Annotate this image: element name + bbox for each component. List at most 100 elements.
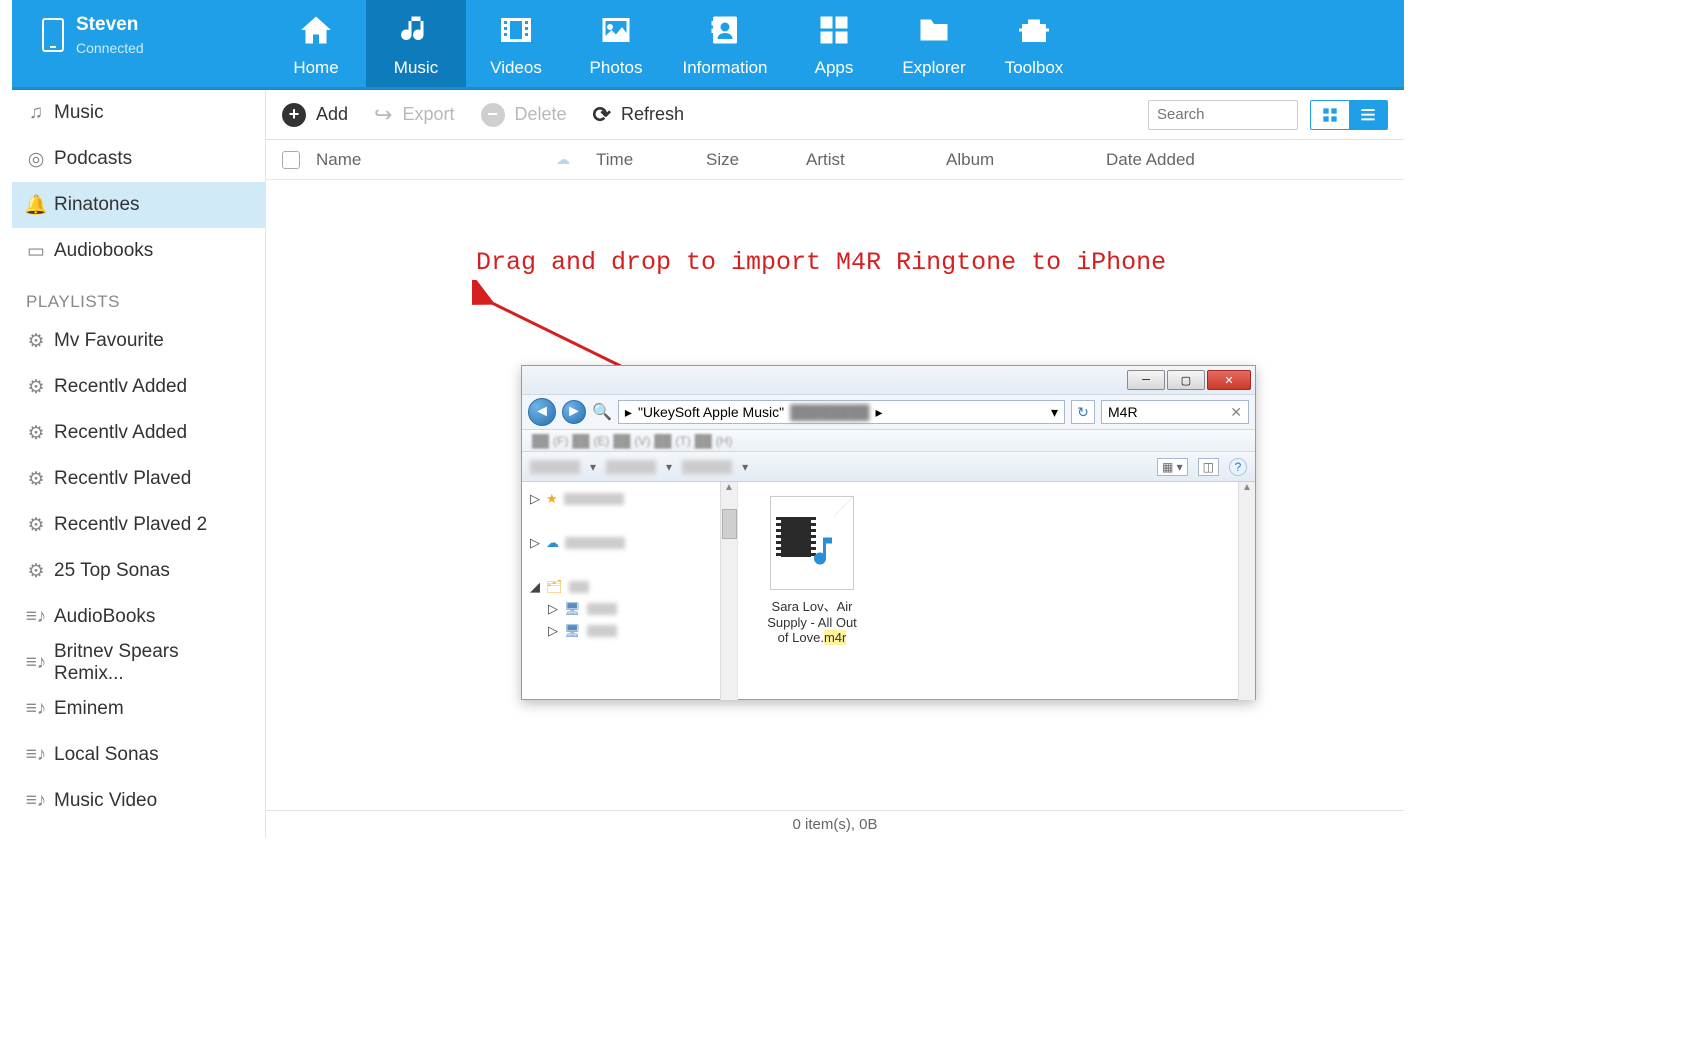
explorer-menu: ██(F) ██(E) ██(V) ██(T) ██(H) [522,430,1255,452]
path-field[interactable]: ▸ "UkeySoft Apple Music" ████████ ▸ ▾ [618,400,1065,424]
view-options-icon[interactable]: ▦ ▾ [1157,458,1188,476]
nav-information[interactable]: Information [666,0,784,87]
playlists-header: PLAYLISTS [12,274,265,318]
playlist-icon: ≡♪ [26,607,46,627]
add-button[interactable]: +Add [282,103,348,127]
help-icon[interactable]: ? [1229,458,1247,476]
bell-icon: 🔔 [26,195,46,215]
cloud-icon: ☁ [546,535,559,551]
refresh-button[interactable]: ↻ [1071,400,1095,424]
playlist-item[interactable]: ⚙Mv Favourite [12,318,265,364]
nav-apps[interactable]: Apps [784,0,884,87]
export-button[interactable]: ↪Export [374,102,454,128]
preview-pane-icon[interactable]: ◫ [1198,458,1219,476]
playlist-icon: ≡♪ [26,745,46,765]
item-count: 0 item(s), 0B [792,816,877,833]
column-album[interactable]: Album [946,150,1106,170]
video-icon [493,10,539,50]
playlist-item[interactable]: ≡♪Local Sonas [12,732,265,778]
organize-button[interactable] [530,460,580,474]
libraries-icon: 🗂 [546,579,563,595]
maximize-button[interactable]: ▢ [1167,370,1205,390]
nav-explorer[interactable]: Explorer [884,0,984,87]
sidebar-ringtones[interactable]: 🔔Rinatones [12,182,265,228]
gear-icon: ⚙ [26,561,46,581]
top-nav: Home Music Videos Photos Information App… [266,0,1084,87]
music-note-icon: ♫ [26,103,46,123]
tree-scrollbar[interactable]: ▲ [720,482,737,700]
column-name[interactable]: Name [316,150,556,170]
grid-view-button[interactable] [1311,101,1349,129]
clear-icon[interactable]: ✕ [1230,404,1242,421]
computer-icon: 🖥 [564,601,581,617]
device-name: Steven [76,14,144,36]
column-artist[interactable]: Artist [806,150,946,170]
forward-button[interactable]: ► [562,400,586,424]
search-icon: 🔍 [592,402,612,422]
app-window: Steven Connected Home Music Videos Photo… [12,0,1404,838]
music-icon [393,10,439,50]
apps-icon [811,10,857,50]
explorer-titlebar[interactable]: ─ ▢ ✕ [522,366,1255,394]
back-button[interactable]: ◄ [528,398,556,426]
refresh-button[interactable]: ⟳Refresh [593,102,684,128]
search-input[interactable]: 🔍 [1148,100,1298,130]
column-time[interactable]: Time [596,150,706,170]
file-item[interactable]: Sara Lov、Air Supply - All Out of Love.m4… [752,496,872,645]
playlist-item[interactable]: ⚙Recentlv Plaved [12,456,265,502]
playlist-item[interactable]: ⚙25 Top Sonas [12,548,265,594]
gear-icon: ⚙ [26,515,46,535]
playlist-item[interactable]: ≡♪Britnev Spears Remix... [12,640,265,686]
playlist-item[interactable]: ⚙Recentlv Added [12,364,265,410]
playlist-item[interactable]: ≡♪Music Video [12,778,265,824]
playlist-icon: ≡♪ [26,653,46,673]
sidebar: ♫Music ◎Podcasts 🔔Rinatones ▭Audiobooks … [12,90,266,838]
nav-toolbox[interactable]: Toolbox [984,0,1084,87]
sidebar-podcasts[interactable]: ◎Podcasts [12,136,265,182]
playlist-icon: ≡♪ [26,791,46,811]
nav-music[interactable]: Music [366,0,466,87]
minus-icon: − [481,103,505,127]
device-info[interactable]: Steven Connected [12,0,266,87]
refresh-icon: ⟳ [593,102,611,128]
playlist-icon: ≡♪ [26,699,46,719]
nav-home[interactable]: Home [266,0,366,87]
close-button[interactable]: ✕ [1207,370,1251,390]
files-scrollbar[interactable]: ▲ [1238,482,1255,700]
nav-videos[interactable]: Videos [466,0,566,87]
playlist-item[interactable]: ≡♪AudioBooks [12,594,265,640]
folder-icon [911,10,957,50]
nav-photos[interactable]: Photos [566,0,666,87]
explorer-file-pane[interactable]: Sara Lov、Air Supply - All Out of Love.m4… [738,482,1255,700]
delete-button[interactable]: −Delete [481,103,567,127]
view-toggle [1310,100,1388,130]
sidebar-audiobooks[interactable]: ▭Audiobooks [12,228,265,274]
include-button[interactable] [606,460,656,474]
column-date-added[interactable]: Date Added [1106,150,1404,170]
list-view-button[interactable] [1349,101,1387,129]
sidebar-music[interactable]: ♫Music [12,90,265,136]
column-size[interactable]: Size [706,150,806,170]
book-icon: ▭ [26,241,46,261]
explorer-search[interactable]: M4R ✕ [1101,400,1249,424]
explorer-address-bar: ◄ ► 🔍 ▸ "UkeySoft Apple Music" ████████ … [522,394,1255,430]
export-icon: ↪ [374,102,392,128]
table-header: Name ☁ Time Size Artist Album Date Added [266,140,1404,180]
computer-icon: 🖥 [564,623,581,639]
gear-icon: ⚙ [26,469,46,489]
header-bar: Steven Connected Home Music Videos Photo… [12,0,1404,90]
action-toolbar: +Add ↪Export −Delete ⟳Refresh 🔍 [266,90,1404,140]
windows-explorer-window: ─ ▢ ✕ ◄ ► 🔍 ▸ "UkeySoft Apple Music" ███… [521,365,1256,700]
playlist-item[interactable]: ⚙Recentlv Plaved 2 [12,502,265,548]
playlist-item[interactable]: ≡♪Eminem [12,686,265,732]
contacts-icon [702,10,748,50]
share-button[interactable] [682,460,732,474]
annotation-text: Drag and drop to import M4R Ringtone to … [476,248,1166,277]
minimize-button[interactable]: ─ [1127,370,1165,390]
select-all-checkbox[interactable] [266,151,316,169]
playlist-item[interactable]: ⚙Recentlv Added [12,410,265,456]
explorer-tree[interactable]: ▷★ ▷☁ ◢🗂 ▷🖥 ▷🖥 ▲ [522,482,738,700]
status-bar: 0 item(s), 0B [266,810,1404,838]
phone-icon [42,18,64,52]
m4r-file-icon [770,496,854,590]
